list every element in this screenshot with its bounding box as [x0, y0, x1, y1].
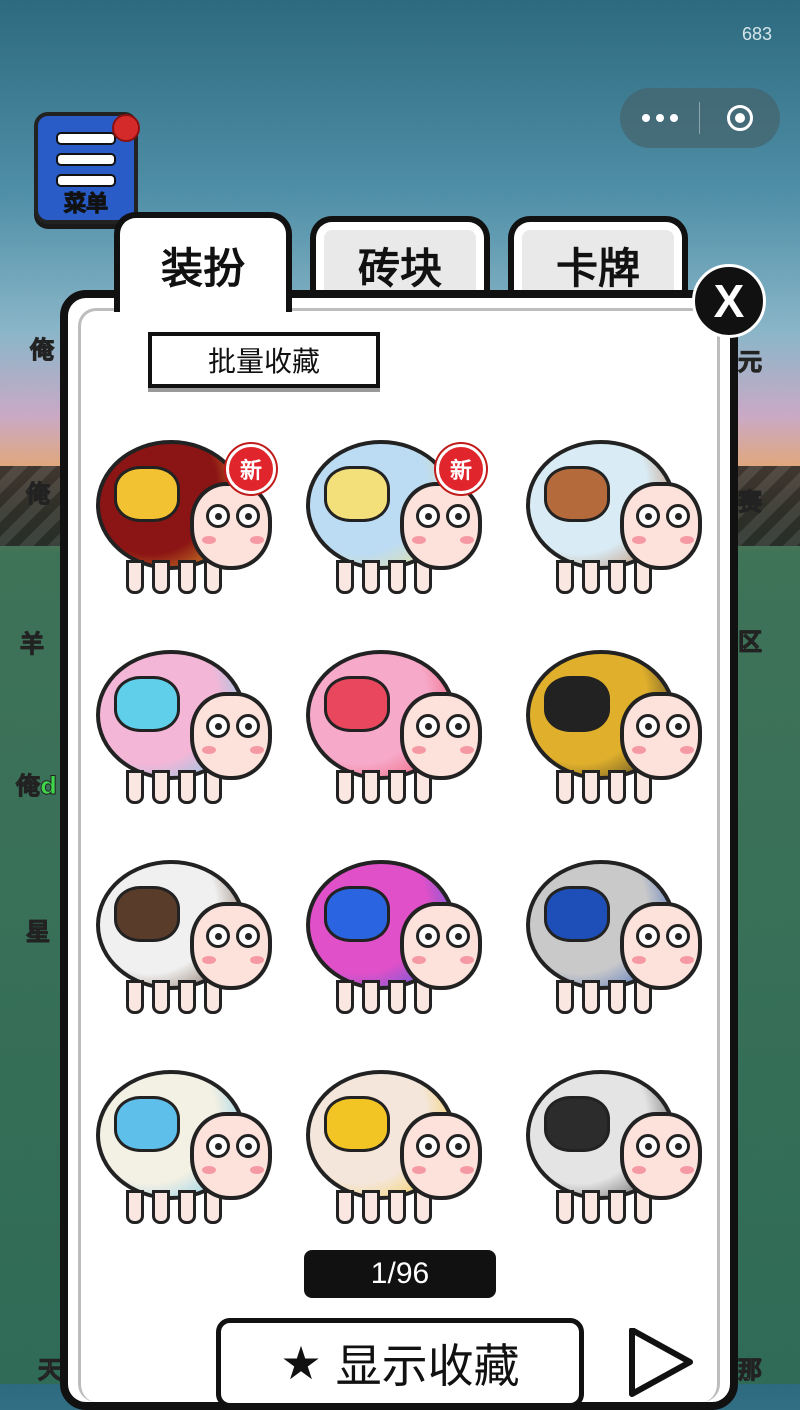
sheep-face [400, 902, 482, 990]
more-options-icon[interactable] [620, 114, 699, 122]
new-badge: 新 [436, 444, 486, 494]
skin-item-cage-heart-sheep[interactable]: 新 [86, 420, 286, 610]
show-collection-button[interactable]: ★ 显示收藏 [216, 1318, 584, 1408]
close-icon: X [713, 275, 745, 327]
skin-item-cupid-sheep[interactable] [296, 1050, 496, 1240]
sheep-face [190, 902, 272, 990]
sheep-face [620, 902, 702, 990]
sheep-face [620, 692, 702, 780]
close-button[interactable]: X [692, 264, 766, 338]
side-label-6[interactable]: 天 [38, 1350, 63, 1385]
side-label-5[interactable]: 星 [26, 912, 51, 947]
skin-item-lady-hat-sheep[interactable] [86, 840, 286, 1030]
skin-item-blue-hoodie-sheep[interactable] [516, 840, 716, 1030]
skin-item-ferris-wheel-sheep[interactable] [86, 630, 286, 820]
tab-cards-label: 卡牌 [555, 243, 640, 293]
costume-accessory [544, 676, 610, 732]
sheep-face [190, 692, 272, 780]
sheep-face [190, 482, 272, 570]
side-label-r2[interactable]: 赛 [738, 482, 763, 517]
tab-bricks-label: 砖块 [357, 243, 442, 293]
skin-item-bee-sheep[interactable] [516, 630, 716, 820]
page-indicator: 1/96 [304, 1250, 496, 1298]
side-label-3[interactable]: 羊 [20, 624, 45, 659]
side-label-r4[interactable]: 那 [738, 1350, 763, 1385]
skin-item-capybara-sheep[interactable] [516, 420, 716, 610]
menu-label: 菜单 [63, 192, 108, 218]
costume-accessory [114, 676, 180, 732]
sheep-face [400, 482, 482, 570]
side-label-4[interactable]: 俺d [15, 766, 57, 801]
costume-accessory [324, 886, 390, 942]
page-indicator-text: 1/96 [370, 1257, 430, 1290]
show-collection-label: 显示收藏 [335, 1339, 520, 1393]
close-program-icon[interactable] [700, 105, 779, 131]
costume-accessory [544, 1096, 610, 1152]
tab-outfit[interactable]: 装扮 [114, 212, 292, 312]
tab-outfit-label: 装扮 [160, 243, 245, 293]
skin-item-bubble-bonnet-sheep[interactable]: 新 [296, 420, 496, 610]
side-label-1[interactable]: 俺 [30, 330, 55, 365]
sheep-face [190, 1112, 272, 1200]
sheep-face [620, 1112, 702, 1200]
next-page-arrow-icon[interactable] [626, 1328, 696, 1398]
costume-accessory [114, 466, 180, 522]
costume-accessory [544, 886, 610, 942]
skin-item-mailbox-sheep[interactable] [296, 840, 496, 1030]
star-icon: ★ [280, 1336, 322, 1390]
batch-collect-button[interactable]: 批量收藏 [148, 332, 380, 388]
sheep-face [400, 1112, 482, 1200]
side-label-r3[interactable]: 区 [738, 622, 763, 657]
costume-accessory [544, 466, 610, 522]
side-label-2[interactable]: 俺 [26, 474, 51, 509]
new-badge: 新 [226, 444, 276, 494]
batch-collect-label: 批量收藏 [207, 345, 320, 378]
notification-dot [112, 114, 140, 142]
skin-item-fountain-sheep[interactable] [86, 1050, 286, 1240]
costume-accessory [324, 1096, 390, 1152]
skin-item-cloud-ink-sheep[interactable] [516, 1050, 716, 1240]
skin-item-pink-brain-sheep[interactable] [296, 630, 496, 820]
mini-program-capsule [620, 88, 780, 148]
fps-counter: 683 [741, 24, 772, 44]
sheep-face [620, 482, 702, 570]
costume-accessory [114, 1096, 180, 1152]
costume-accessory [114, 886, 180, 942]
costume-accessory [324, 466, 390, 522]
sheep-face [400, 692, 482, 780]
costume-accessory [324, 676, 390, 732]
side-label-r1[interactable]: 元 [738, 342, 763, 377]
